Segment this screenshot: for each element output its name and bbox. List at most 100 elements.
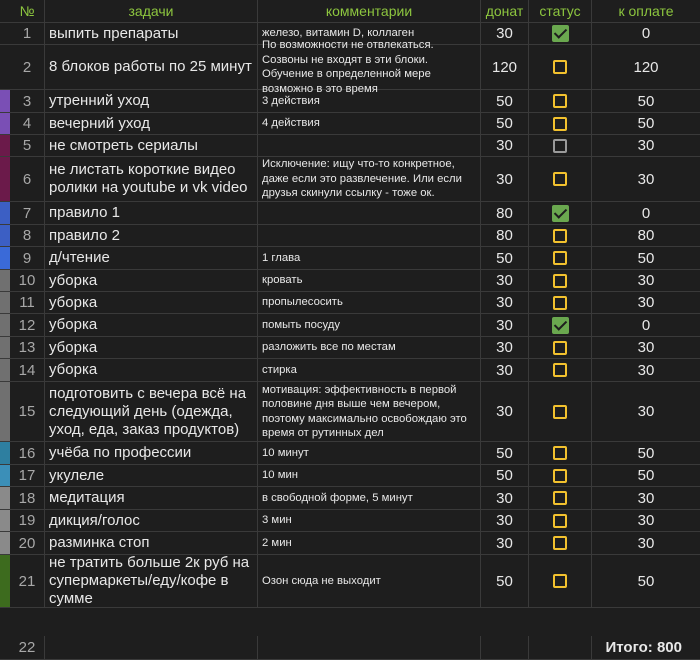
donat-cell[interactable] bbox=[481, 636, 529, 660]
donat-cell[interactable]: 50 bbox=[481, 113, 529, 135]
donat-cell[interactable]: 30 bbox=[481, 359, 529, 382]
status-checkbox[interactable] bbox=[551, 25, 569, 42]
pay-cell[interactable]: 0 bbox=[592, 202, 700, 225]
pay-cell[interactable]: 80 bbox=[592, 225, 700, 247]
pay-cell[interactable]: 30 bbox=[592, 532, 700, 555]
donat-cell[interactable]: 80 bbox=[481, 225, 529, 247]
status-checkbox[interactable] bbox=[553, 116, 567, 131]
task-cell[interactable]: 8 блоков работы по 25 минут bbox=[45, 45, 258, 90]
comment-cell[interactable]: 3 действия bbox=[258, 90, 481, 113]
row-number[interactable]: 4 bbox=[10, 113, 45, 135]
row-number[interactable]: 20 bbox=[10, 532, 45, 555]
donat-cell[interactable]: 50 bbox=[481, 90, 529, 113]
status-cell[interactable] bbox=[529, 442, 592, 465]
comment-cell[interactable]: помыть посуду bbox=[258, 314, 481, 337]
status-cell[interactable] bbox=[529, 225, 592, 247]
status-cell[interactable] bbox=[529, 465, 592, 487]
pay-cell[interactable]: 0 bbox=[592, 23, 700, 45]
donat-cell[interactable]: 30 bbox=[481, 157, 529, 202]
header-pay[interactable]: к оплате bbox=[592, 0, 700, 23]
row-number[interactable]: 13 bbox=[10, 337, 45, 359]
pay-cell[interactable]: 30 bbox=[592, 337, 700, 359]
donat-cell[interactable]: 30 bbox=[481, 510, 529, 532]
task-cell[interactable]: медитация bbox=[45, 487, 258, 510]
status-cell[interactable] bbox=[529, 270, 592, 292]
comment-cell[interactable]: 10 минут bbox=[258, 442, 481, 465]
pay-cell[interactable]: 30 bbox=[592, 135, 700, 157]
task-cell[interactable]: разминка стоп bbox=[45, 532, 258, 555]
status-checkbox[interactable] bbox=[553, 404, 567, 419]
header-comments[interactable]: комментарии bbox=[258, 0, 481, 23]
row-number[interactable]: 10 bbox=[10, 270, 45, 292]
status-cell[interactable] bbox=[529, 532, 592, 555]
comment-cell[interactable]: 3 мин bbox=[258, 510, 481, 532]
status-checkbox[interactable] bbox=[553, 295, 567, 310]
donat-cell[interactable]: 30 bbox=[481, 314, 529, 337]
pay-cell[interactable]: 30 bbox=[592, 292, 700, 314]
status-checkbox[interactable] bbox=[553, 251, 567, 265]
status-checkbox[interactable] bbox=[553, 468, 567, 483]
task-cell[interactable]: правило 1 bbox=[45, 202, 258, 225]
comment-cell[interactable]: 10 мин bbox=[258, 465, 481, 487]
task-cell[interactable]: учёба по профессии bbox=[45, 442, 258, 465]
status-checkbox[interactable] bbox=[553, 513, 567, 528]
status-cell[interactable] bbox=[529, 636, 592, 660]
pay-cell[interactable]: 0 bbox=[592, 314, 700, 337]
pay-cell[interactable]: 50 bbox=[592, 247, 700, 270]
pay-cell[interactable]: 30 bbox=[592, 382, 700, 442]
row-number[interactable]: 3 bbox=[10, 90, 45, 113]
donat-cell[interactable]: 30 bbox=[481, 337, 529, 359]
comment-cell[interactable]: пропылесосить bbox=[258, 292, 481, 314]
pay-cell[interactable]: 50 bbox=[592, 442, 700, 465]
pay-cell[interactable]: 30 bbox=[592, 157, 700, 202]
comment-cell[interactable]: в свободной форме, 5 минут bbox=[258, 487, 481, 510]
task-cell[interactable] bbox=[45, 636, 258, 660]
comment-cell[interactable]: кровать bbox=[258, 270, 481, 292]
status-checkbox[interactable] bbox=[553, 340, 567, 355]
status-cell[interactable] bbox=[529, 510, 592, 532]
status-cell[interactable] bbox=[529, 90, 592, 113]
status-cell[interactable] bbox=[529, 113, 592, 135]
pay-cell[interactable]: 50 bbox=[592, 113, 700, 135]
task-cell[interactable]: не листать короткие видео ролики на yout… bbox=[45, 157, 258, 202]
task-cell[interactable]: подготовить с вечера всё на следующий де… bbox=[45, 382, 258, 442]
pay-cell[interactable]: 30 bbox=[592, 270, 700, 292]
status-cell[interactable] bbox=[529, 135, 592, 157]
status-checkbox[interactable] bbox=[553, 536, 567, 550]
donat-cell[interactable]: 120 bbox=[481, 45, 529, 90]
pay-cell[interactable]: 50 bbox=[592, 555, 700, 608]
status-checkbox[interactable] bbox=[553, 574, 567, 588]
status-cell[interactable] bbox=[529, 247, 592, 270]
status-cell[interactable] bbox=[529, 314, 592, 337]
status-cell[interactable] bbox=[529, 359, 592, 382]
pay-cell[interactable]: 30 bbox=[592, 510, 700, 532]
comment-cell[interactable]: 2 мин bbox=[258, 532, 481, 555]
task-cell[interactable]: укулеле bbox=[45, 465, 258, 487]
header-tasks[interactable]: задачи bbox=[45, 0, 258, 23]
donat-cell[interactable]: 80 bbox=[481, 202, 529, 225]
row-number[interactable]: 21 bbox=[10, 555, 45, 608]
status-cell[interactable] bbox=[529, 337, 592, 359]
comment-cell[interactable]: Озон сюда не выходит bbox=[258, 555, 481, 608]
header-status[interactable]: статус bbox=[529, 0, 592, 23]
pay-cell[interactable]: 120 bbox=[592, 45, 700, 90]
row-number[interactable]: 1 bbox=[10, 23, 45, 45]
donat-cell[interactable]: 30 bbox=[481, 532, 529, 555]
status-cell[interactable] bbox=[529, 555, 592, 608]
comment-cell[interactable]: 1 глава bbox=[258, 247, 481, 270]
status-checkbox[interactable] bbox=[553, 363, 567, 377]
status-cell[interactable] bbox=[529, 202, 592, 225]
donat-cell[interactable]: 50 bbox=[481, 442, 529, 465]
row-number[interactable]: 19 bbox=[10, 510, 45, 532]
row-number[interactable]: 15 bbox=[10, 382, 45, 442]
header-donat[interactable]: донат bbox=[481, 0, 529, 23]
status-cell[interactable] bbox=[529, 292, 592, 314]
donat-cell[interactable]: 30 bbox=[481, 382, 529, 442]
status-checkbox[interactable] bbox=[553, 446, 567, 460]
header-num[interactable]: № bbox=[10, 0, 45, 23]
task-cell[interactable]: д/чтение bbox=[45, 247, 258, 270]
row-number[interactable]: 14 bbox=[10, 359, 45, 382]
row-number[interactable]: 5 bbox=[10, 135, 45, 157]
pay-cell[interactable]: 30 bbox=[592, 487, 700, 510]
status-checkbox[interactable] bbox=[553, 94, 567, 108]
